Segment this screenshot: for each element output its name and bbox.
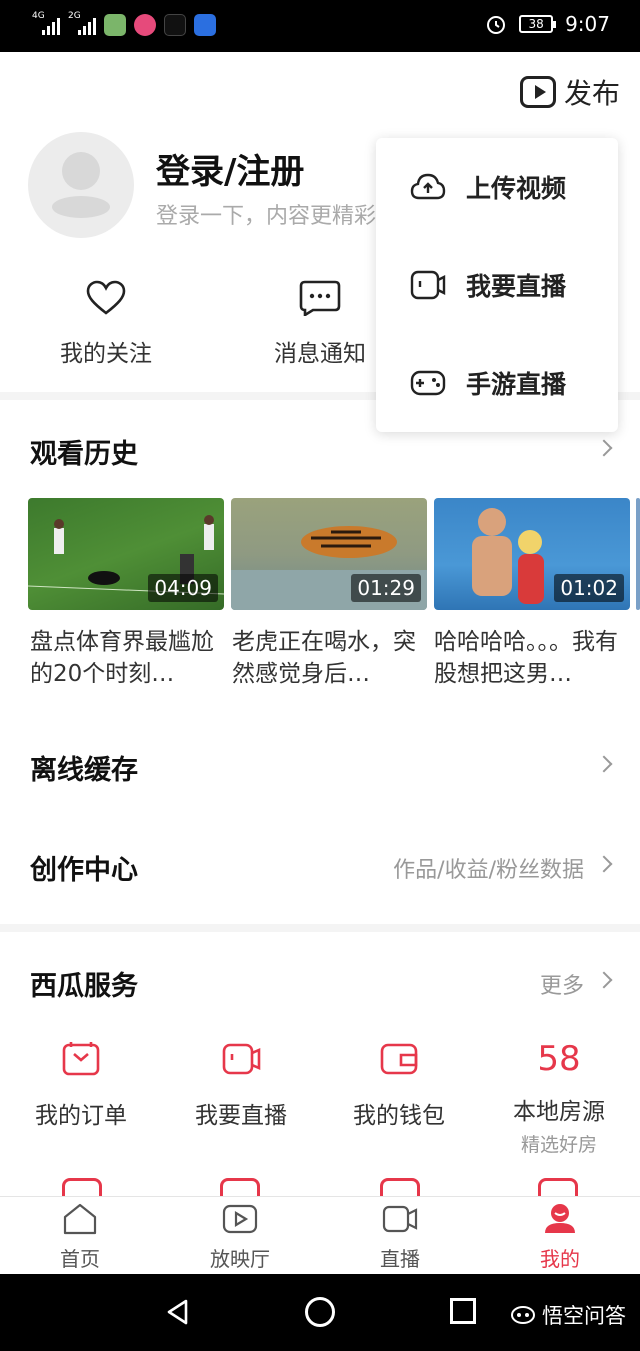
profile-icon — [545, 1204, 575, 1233]
battery-icon: 38 — [519, 15, 557, 33]
gamepad-icon — [410, 370, 446, 396]
my-follows-button[interactable]: 我的关注 — [46, 280, 166, 368]
video-camera-icon — [382, 1205, 418, 1233]
app-notification-icon — [134, 14, 156, 36]
alarm-icon — [487, 16, 506, 34]
tab-label: 我的 — [540, 1247, 580, 1271]
heart-icon — [86, 280, 126, 315]
service-label: 我的订单 — [35, 1103, 127, 1129]
publish-button[interactable]: 发布 — [519, 72, 620, 112]
chevron-right-icon[interactable] — [595, 439, 613, 457]
quick-label: 消息通知 — [274, 341, 366, 367]
message-icon — [299, 280, 341, 318]
service-icon[interactable] — [538, 1178, 578, 1198]
history-title: 观看历史 — [30, 439, 138, 470]
creator-center-title[interactable]: 创作中心 — [30, 848, 138, 887]
video-duration: 01:29 — [351, 574, 421, 602]
offline-cache-title[interactable]: 离线缓存 — [30, 748, 138, 787]
video-title[interactable]: 盘点体育界最尴尬的20个时刻… — [30, 626, 220, 690]
network-label: 4G — [32, 11, 45, 21]
services-title: 西瓜服务 — [30, 971, 138, 1002]
camera-icon — [222, 1043, 261, 1075]
more-link[interactable]: 更多 — [540, 968, 584, 1000]
tab-cinema[interactable]: 放映厅 — [180, 1203, 300, 1272]
upload-video-menu-item[interactable]: 上传视频 — [376, 138, 618, 236]
my-wallet-button[interactable]: 我的钱包 — [334, 1040, 464, 1130]
wallet-icon — [380, 1043, 418, 1075]
tab-label: 首页 — [60, 1247, 100, 1271]
home-circle-icon[interactable] — [305, 1297, 335, 1327]
service-label: 本地房源 — [513, 1099, 605, 1125]
app-notification-icon — [104, 14, 126, 36]
baidu-icon — [194, 14, 216, 36]
wukong-logo-icon — [511, 1306, 535, 1324]
avatar[interactable] — [28, 132, 134, 238]
tab-home[interactable]: 首页 — [20, 1203, 140, 1272]
tab-mine[interactable]: 我的 — [500, 1203, 620, 1272]
go-live-button[interactable]: 我要直播 — [176, 1040, 306, 1130]
battery-level: 38 — [528, 17, 544, 31]
creator-center-subtitle[interactable]: 作品/收益/粉丝数据 — [393, 852, 584, 884]
quick-label: 我的关注 — [60, 341, 152, 367]
service-sublabel: 精选好房 — [520, 1134, 597, 1156]
notifications-button[interactable]: 消息通知 — [260, 280, 380, 368]
video-duration: 04:09 — [148, 574, 218, 602]
recent-apps-icon[interactable] — [450, 1298, 476, 1324]
tiktok-icon — [164, 14, 186, 36]
service-label: 我要直播 — [195, 1103, 287, 1129]
camera-icon — [410, 270, 446, 300]
login-title[interactable]: 登录/注册 — [156, 144, 304, 193]
signal-icon: 4G — [32, 11, 60, 35]
signal-icon: 2G — [68, 11, 96, 35]
service-icon[interactable] — [380, 1178, 420, 1198]
tv-icon — [222, 1204, 258, 1234]
video-thumbnail[interactable]: 01:02 — [434, 498, 630, 610]
my-orders-button[interactable]: 我的订单 — [16, 1040, 146, 1130]
watermark: 悟空问答 — [510, 1300, 626, 1330]
login-subtitle: 登录一下，内容更精彩 — [156, 204, 376, 229]
service-label: 我的钱包 — [353, 1103, 445, 1129]
publish-dropdown-menu: 上传视频 我要直播 手游直播 — [376, 138, 618, 432]
home-icon — [63, 1203, 97, 1235]
back-icon[interactable] — [164, 1298, 192, 1326]
chevron-right-icon[interactable] — [595, 971, 613, 989]
divider — [0, 924, 640, 932]
video-thumbnail[interactable]: 01:29 — [231, 498, 427, 610]
clock: 9:07 — [565, 12, 610, 36]
local-housing-button[interactable]: 58 本地房源 精选好房 — [494, 1040, 624, 1157]
tab-label: 直播 — [380, 1247, 420, 1271]
chevron-right-icon[interactable] — [595, 755, 613, 773]
bottom-tab-bar: 首页 放映厅 直播 我的 — [0, 1196, 640, 1274]
system-navigation-bar: 悟空问答 — [0, 1274, 640, 1351]
order-icon — [62, 1042, 100, 1076]
play-icon — [519, 76, 556, 108]
video-thumbnail[interactable]: 04:09 — [28, 498, 224, 610]
network-label: 2G — [68, 11, 81, 21]
service-icon[interactable] — [62, 1178, 102, 1198]
58-logo-icon: 58 — [537, 1039, 581, 1079]
menu-item-label: 上传视频 — [466, 174, 567, 203]
service-icon[interactable] — [220, 1178, 260, 1198]
go-live-menu-item[interactable]: 我要直播 — [376, 236, 618, 334]
video-duration: 01:02 — [554, 574, 624, 602]
tab-live[interactable]: 直播 — [340, 1203, 460, 1272]
video-title[interactable]: 哈哈哈哈。。。我有股想把这男… — [434, 626, 624, 690]
publish-label: 发布 — [563, 77, 620, 110]
chevron-right-icon[interactable] — [595, 855, 613, 873]
tab-label: 放映厅 — [210, 1247, 270, 1271]
status-bar: 4G 2G 38 9:07 — [0, 0, 640, 52]
watermark-text: 悟空问答 — [542, 1304, 626, 1328]
menu-item-label: 手游直播 — [466, 370, 567, 399]
menu-item-label: 我要直播 — [466, 272, 567, 301]
video-title[interactable]: 老虎正在喝水，突然感觉身后… — [232, 626, 422, 690]
upload-cloud-icon — [410, 173, 446, 200]
video-thumbnail[interactable] — [636, 498, 640, 610]
game-live-menu-item[interactable]: 手游直播 — [376, 334, 618, 432]
